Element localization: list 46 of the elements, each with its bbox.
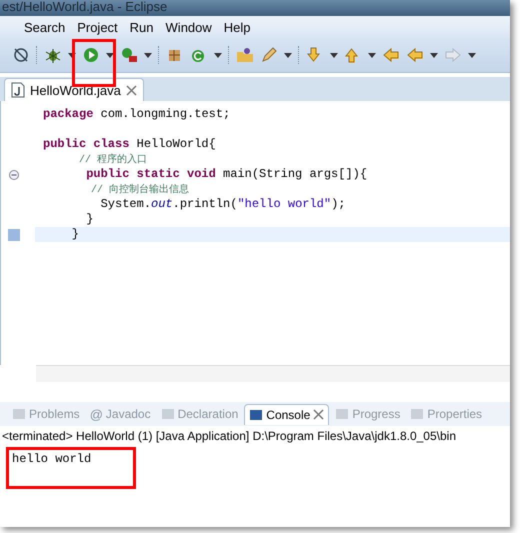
menu-item[interactable]: Window	[162, 20, 216, 34]
menu-item[interactable]: Help	[220, 20, 255, 34]
highlight-frame	[72, 39, 116, 87]
panel-tab[interactable]: Console	[244, 404, 330, 424]
dropdown-arrow-icon[interactable]	[430, 52, 438, 58]
tab-icon	[12, 407, 26, 421]
console-output: hello world	[12, 452, 92, 466]
run-toolbox-icon[interactable]	[120, 46, 138, 64]
menu-item[interactable]: Project	[73, 20, 122, 34]
code-line: // 向控制台输出信息	[90, 182, 190, 196]
horizontal-scrollbar[interactable]	[36, 365, 510, 382]
tab-icon	[335, 407, 350, 421]
code-line: }	[85, 212, 94, 226]
slashed-circle-icon[interactable]	[12, 46, 30, 64]
left-arrow-icon[interactable]	[406, 46, 424, 64]
dropdown-arrow-icon[interactable]	[214, 52, 222, 58]
fold-icon[interactable]	[9, 170, 19, 180]
menu-item[interactable]: Run	[126, 20, 158, 34]
pencil-icon[interactable]	[260, 46, 278, 64]
code-line: public class HelloWorld{	[43, 137, 216, 151]
dropdown-arrow-icon[interactable]	[468, 52, 476, 58]
dropdown-arrow-icon[interactable]	[106, 52, 114, 58]
run-icon[interactable]	[82, 46, 100, 64]
editor-tab[interactable]: HelloWorld.java	[4, 78, 144, 101]
dropdown-arrow-icon[interactable]	[68, 52, 76, 58]
code-line: public static void main(String args[]){	[85, 167, 368, 181]
marker-icon	[8, 228, 20, 240]
tab-icon	[249, 408, 264, 422]
java-file-icon	[11, 82, 25, 98]
dropdown-arrow-icon[interactable]	[144, 52, 152, 58]
tab-icon	[410, 407, 424, 421]
folder-icon[interactable]	[236, 46, 254, 64]
dropdown-arrow-icon[interactable]	[284, 52, 292, 58]
menu-item[interactable]: Search	[20, 20, 70, 34]
tab-icon	[160, 407, 175, 421]
window-title: est/HelloWorld.java - Eclipse	[0, 0, 510, 16]
bug-icon[interactable]	[44, 46, 62, 64]
console-header: <terminated> HelloWorld (1) [Java Application] D:\Program Files\Java\jdk1.8.0_05\bin	[1, 428, 458, 445]
close-icon[interactable]	[126, 84, 137, 96]
dropdown-arrow-icon[interactable]	[368, 52, 376, 58]
code-line: System.out.println("hello world");	[100, 197, 346, 211]
dropdown-arrow-icon[interactable]	[330, 52, 338, 58]
code-line: // 程序的入口	[78, 152, 148, 166]
close-icon[interactable]	[313, 409, 324, 420]
code-line: }	[70, 227, 80, 241]
code-line: package com.longming.test;	[43, 107, 230, 121]
